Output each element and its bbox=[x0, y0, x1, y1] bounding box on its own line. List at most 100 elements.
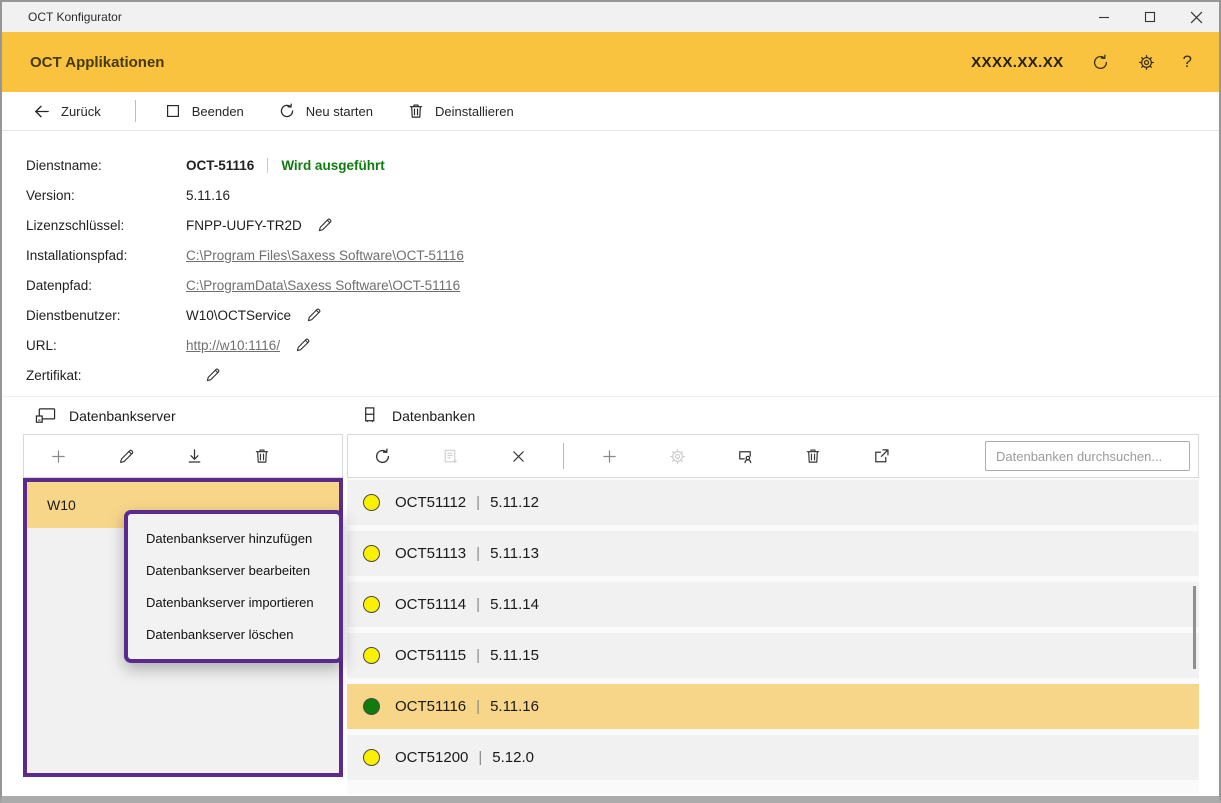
pencil-icon bbox=[305, 306, 323, 324]
command-bar: Zurück Beenden Neu starten Deinstalliere… bbox=[2, 92, 1219, 131]
databases-toolbar bbox=[347, 434, 1199, 478]
edit-service-user-button[interactable] bbox=[305, 306, 323, 324]
settings-button[interactable] bbox=[1137, 53, 1156, 72]
header-refresh-button[interactable] bbox=[1091, 53, 1110, 72]
share-database-button[interactable] bbox=[847, 435, 915, 477]
database-version: 5.12.0 bbox=[492, 749, 534, 766]
restart-service-button[interactable]: Neu starten bbox=[278, 102, 373, 120]
add-server-button[interactable] bbox=[24, 435, 92, 477]
edit-certificate-button[interactable] bbox=[204, 366, 222, 384]
url-label: URL: bbox=[26, 338, 186, 353]
command-separator bbox=[135, 100, 136, 122]
pencil-icon bbox=[204, 366, 222, 384]
help-icon: ? bbox=[1183, 52, 1192, 72]
menu-item-edit-server[interactable]: Datenbankserver bearbeiten bbox=[128, 554, 339, 586]
edit-server-button[interactable] bbox=[92, 435, 160, 477]
pipe-separator: | bbox=[476, 647, 480, 664]
refresh-databases-button[interactable] bbox=[348, 435, 416, 477]
url-row: URL: http://w10:1116/ bbox=[26, 330, 1219, 360]
status-dot-green-icon bbox=[363, 698, 380, 715]
help-button[interactable]: ? bbox=[1183, 52, 1192, 72]
stop-label: Beenden bbox=[192, 104, 244, 119]
server-context-menu: Datenbankserver hinzufügen Datenbankserv… bbox=[124, 510, 343, 663]
app-header: OCT Applikationen XXXX.XX.XX ? bbox=[2, 32, 1219, 92]
pencil-icon bbox=[117, 447, 136, 466]
database-search-input[interactable] bbox=[985, 441, 1190, 471]
maximize-icon bbox=[1144, 11, 1156, 23]
database-version: 5.11.12 bbox=[490, 494, 539, 511]
gear-icon bbox=[1137, 53, 1156, 72]
window-controls bbox=[1081, 2, 1219, 32]
service-name-row: Dienstname: OCT-51116 Wird ausgeführt bbox=[26, 150, 1219, 180]
minimize-button[interactable] bbox=[1081, 2, 1127, 32]
close-icon bbox=[1190, 11, 1203, 24]
edit-license-button[interactable] bbox=[316, 216, 334, 234]
databases-panel-header: Datenbanken bbox=[347, 397, 1199, 434]
app-window: OCT Konfigurator OCT Applikationen XXXX.… bbox=[0, 0, 1221, 803]
pipe-separator: | bbox=[476, 698, 480, 715]
disconnect-database-button[interactable] bbox=[484, 435, 552, 477]
install-path-label: Installationspfad: bbox=[26, 248, 186, 263]
database-row-oct51112[interactable]: OCT51112 | 5.11.12 bbox=[347, 480, 1199, 525]
database-row-oct51200[interactable]: OCT51200 | 5.12.0 bbox=[347, 735, 1199, 780]
refresh-icon bbox=[1091, 53, 1110, 72]
back-arrow-icon bbox=[32, 102, 51, 121]
restart-icon bbox=[278, 102, 296, 120]
delete-server-button[interactable] bbox=[228, 435, 296, 477]
database-name: OCT51112 bbox=[395, 494, 466, 511]
license-value: FNPP-UUFY-TR2D bbox=[186, 218, 302, 233]
service-name-label: Dienstname: bbox=[26, 158, 186, 173]
certificate-label: Zertifikat: bbox=[26, 368, 186, 383]
data-path-link[interactable]: C:\ProgramData\Saxess Software\OCT-51116 bbox=[186, 278, 460, 293]
pipe-separator: | bbox=[476, 494, 480, 511]
pipe-separator: | bbox=[476, 596, 480, 613]
back-button[interactable]: Zurück bbox=[32, 102, 101, 121]
status-dot-yellow-icon bbox=[363, 647, 380, 664]
edit-url-button[interactable] bbox=[294, 336, 312, 354]
trash-icon bbox=[407, 102, 425, 120]
menu-item-delete-server[interactable]: Datenbankserver löschen bbox=[128, 618, 339, 650]
license-label: Lizenzschlüssel: bbox=[26, 218, 186, 233]
stop-service-button[interactable]: Beenden bbox=[164, 102, 244, 120]
database-row-oct51113[interactable]: OCT51113 | 5.11.13 bbox=[347, 531, 1199, 576]
database-user-button[interactable] bbox=[711, 435, 779, 477]
service-user-row: Dienstbenutzer: W10\OCTService bbox=[26, 300, 1219, 330]
server-devices-icon bbox=[35, 407, 56, 425]
url-link[interactable]: http://w10:1116/ bbox=[186, 338, 280, 353]
window-title: OCT Konfigurator bbox=[2, 10, 122, 24]
database-settings-button[interactable] bbox=[643, 435, 711, 477]
service-info-panel: Dienstname: OCT-51116 Wird ausgeführt Ve… bbox=[2, 131, 1219, 396]
database-row-oct51116-selected[interactable]: OCT51116 | 5.11.16 bbox=[347, 684, 1199, 729]
status-dot-yellow-icon bbox=[363, 545, 380, 562]
servers-toolbar bbox=[23, 434, 343, 478]
scrollbar-thumb[interactable] bbox=[1193, 586, 1196, 669]
database-row-oct51115[interactable]: OCT51115 | 5.11.15 bbox=[347, 633, 1199, 678]
menu-item-add-server[interactable]: Datenbankserver hinzufügen bbox=[128, 522, 339, 554]
toolbar-separator bbox=[563, 443, 564, 469]
install-path-link[interactable]: C:\Program Files\Saxess Software\OCT-511… bbox=[186, 248, 464, 263]
service-user-value: W10\OCTService bbox=[186, 308, 291, 323]
close-button[interactable] bbox=[1173, 2, 1219, 32]
import-server-button[interactable] bbox=[160, 435, 228, 477]
version-label: Version: bbox=[26, 188, 186, 203]
delete-database-button[interactable] bbox=[779, 435, 847, 477]
database-name: OCT51200 bbox=[395, 749, 468, 766]
database-row-oct51114[interactable]: OCT51114 | 5.11.14 bbox=[347, 582, 1199, 627]
gear-icon bbox=[668, 447, 687, 466]
add-database-button[interactable] bbox=[575, 435, 643, 477]
servers-panel-header: Datenbankserver bbox=[2, 397, 343, 434]
refresh-icon bbox=[373, 447, 392, 466]
uninstall-button[interactable]: Deinstallieren bbox=[407, 102, 514, 120]
menu-item-import-server[interactable]: Datenbankserver importieren bbox=[128, 586, 339, 618]
server-name: W10 bbox=[47, 497, 76, 513]
service-user-label: Dienstbenutzer: bbox=[26, 308, 186, 323]
maximize-button[interactable] bbox=[1127, 2, 1173, 32]
pencil-icon bbox=[294, 336, 312, 354]
install-path-row: Installationspfad: C:\Program Files\Saxe… bbox=[26, 240, 1219, 270]
database-version: 5.11.13 bbox=[490, 545, 539, 562]
header-actions: XXXX.XX.XX ? bbox=[971, 52, 1192, 72]
license-row: Lizenzschlüssel: FNPP-UUFY-TR2D bbox=[26, 210, 1219, 240]
script-add-button[interactable] bbox=[416, 435, 484, 477]
trash-icon bbox=[253, 447, 271, 465]
stop-icon bbox=[164, 102, 182, 120]
